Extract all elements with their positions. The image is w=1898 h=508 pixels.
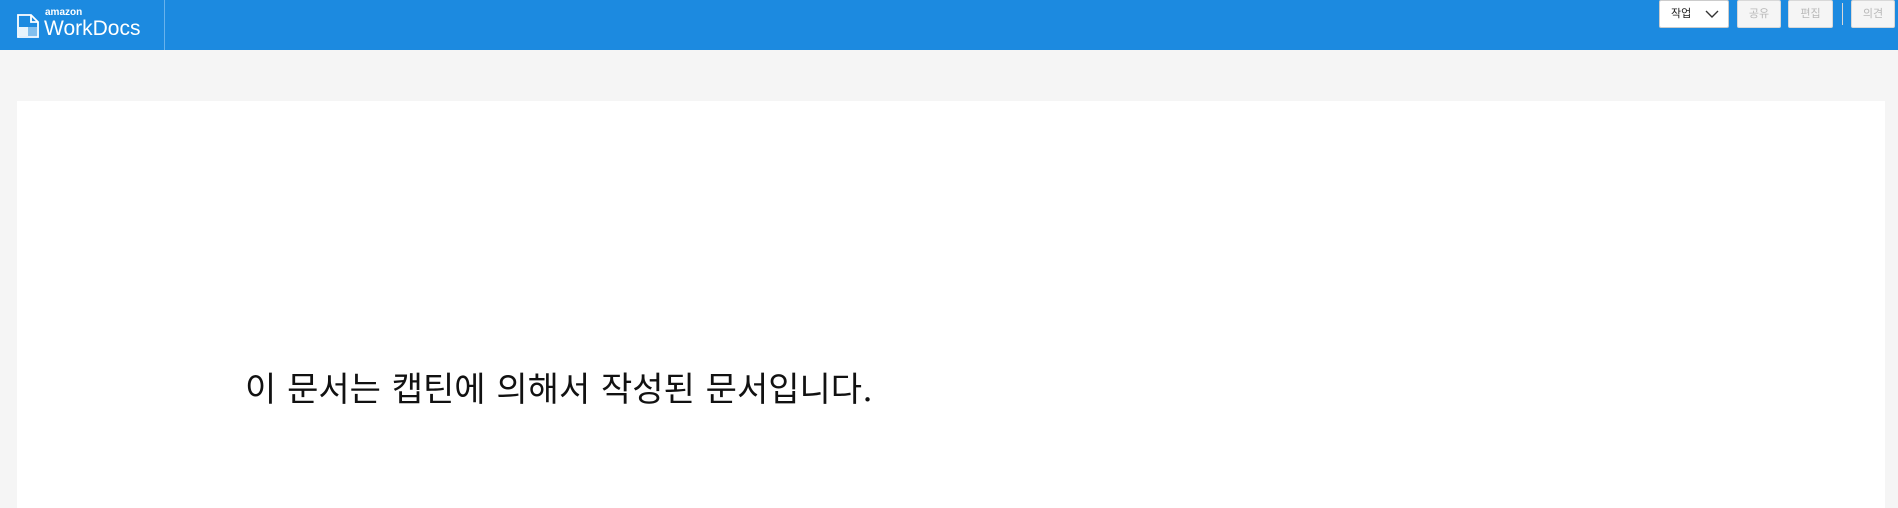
edit-label: 편집 <box>1800 7 1821 20</box>
chevron-down-icon <box>1705 10 1719 18</box>
toolbar-divider <box>1842 3 1843 25</box>
share-button[interactable]: 공유 <box>1737 0 1781 28</box>
share-label: 공유 <box>1748 7 1770 20</box>
comment-label: 의견 <box>1862 7 1884 20</box>
top-bar: amazon WorkDocs <box>0 0 1898 50</box>
document-text: 이 문서는 캡틴에 의해서 작성된 문서입니다. <box>245 370 873 410</box>
brand-name: WorkDocs <box>44 17 141 40</box>
workdocs-logo[interactable]: amazon WorkDocs <box>0 0 165 50</box>
document-icon <box>17 14 39 38</box>
action-label: 작업 <box>1671 7 1692 20</box>
action-dropdown-button[interactable]: 작업 <box>1659 0 1729 28</box>
edit-button[interactable]: 편집 <box>1788 0 1833 28</box>
document-viewer[interactable]: 이 문서는 캡틴에 의해서 작성된 문서입니다. <box>17 101 1885 508</box>
comment-button[interactable]: 의견 <box>1851 0 1895 28</box>
